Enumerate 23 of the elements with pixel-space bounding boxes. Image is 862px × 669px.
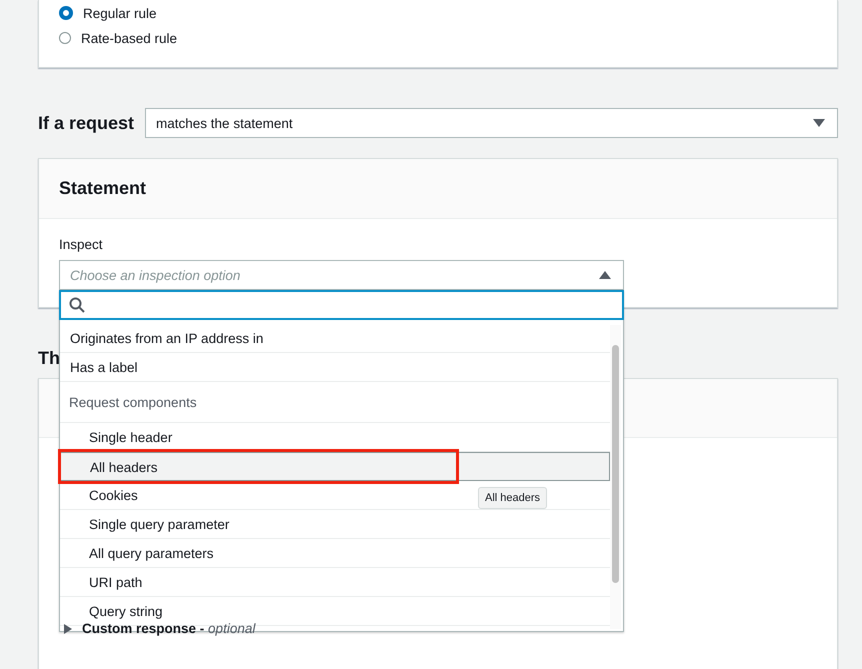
field-label: Inspect — [59, 236, 104, 254]
radio-label: Rate-based rule — [81, 30, 178, 46]
section-title: Th — [38, 348, 60, 368]
radio-button[interactable] — [59, 32, 71, 44]
search-icon — [69, 297, 85, 313]
expand-icon[interactable] — [64, 624, 73, 634]
section-title: Statement — [59, 178, 146, 199]
option-group-label: Request components — [60, 382, 610, 423]
condition-label: If a request — [38, 112, 134, 134]
dropdown-option[interactable]: Single query parameter — [60, 510, 610, 539]
scrollbar[interactable] — [610, 325, 621, 629]
caret-icon — [813, 119, 825, 127]
dropdown-option[interactable]: All query parameters — [60, 539, 610, 568]
dropdown-option[interactable]: Originates from an IP address in — [60, 324, 610, 353]
tooltip: All headers — [478, 487, 548, 509]
radio-label: Regular rule — [83, 6, 157, 20]
radio-button[interactable] — [59, 6, 73, 20]
condition-dropdown[interactable]: matches the statement — [145, 108, 838, 138]
dropdown-option[interactable]: Has a label — [60, 353, 610, 382]
search-field[interactable] — [59, 290, 624, 320]
dropdown-option[interactable]: All headers — [60, 452, 610, 481]
caret-icon — [599, 271, 611, 279]
dropdown-option[interactable]: URI path — [60, 568, 610, 597]
